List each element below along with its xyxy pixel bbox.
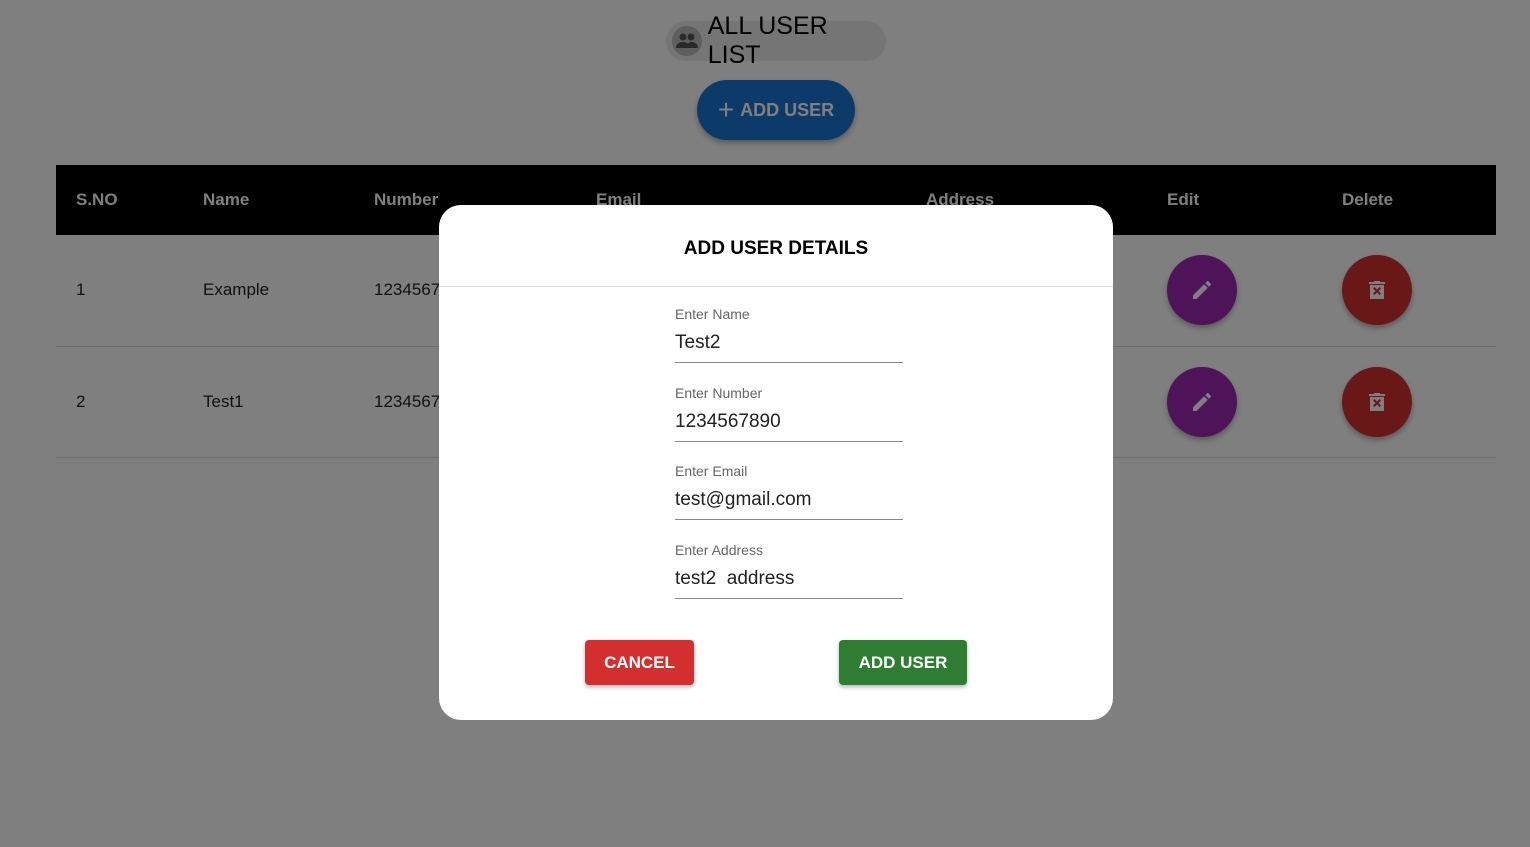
name-input[interactable] bbox=[675, 322, 903, 363]
address-label: Enter Address bbox=[675, 542, 763, 558]
name-label: Enter Name bbox=[675, 306, 750, 322]
name-field: Enter Name bbox=[675, 306, 903, 363]
address-input[interactable] bbox=[675, 558, 903, 599]
address-field: Enter Address bbox=[675, 542, 903, 599]
dialog-title: ADD USER DETAILS bbox=[439, 205, 1113, 287]
email-label: Enter Email bbox=[675, 463, 748, 479]
email-field: Enter Email bbox=[675, 463, 903, 520]
number-input[interactable] bbox=[675, 401, 903, 442]
number-field: Enter Number bbox=[675, 385, 903, 442]
number-label: Enter Number bbox=[675, 385, 763, 401]
submit-add-user-button[interactable]: ADD USER bbox=[839, 640, 967, 685]
email-input[interactable] bbox=[675, 479, 903, 520]
add-user-dialog: ADD USER DETAILS Enter Name Enter Number… bbox=[439, 205, 1113, 720]
cancel-button[interactable]: CANCEL bbox=[585, 640, 694, 685]
